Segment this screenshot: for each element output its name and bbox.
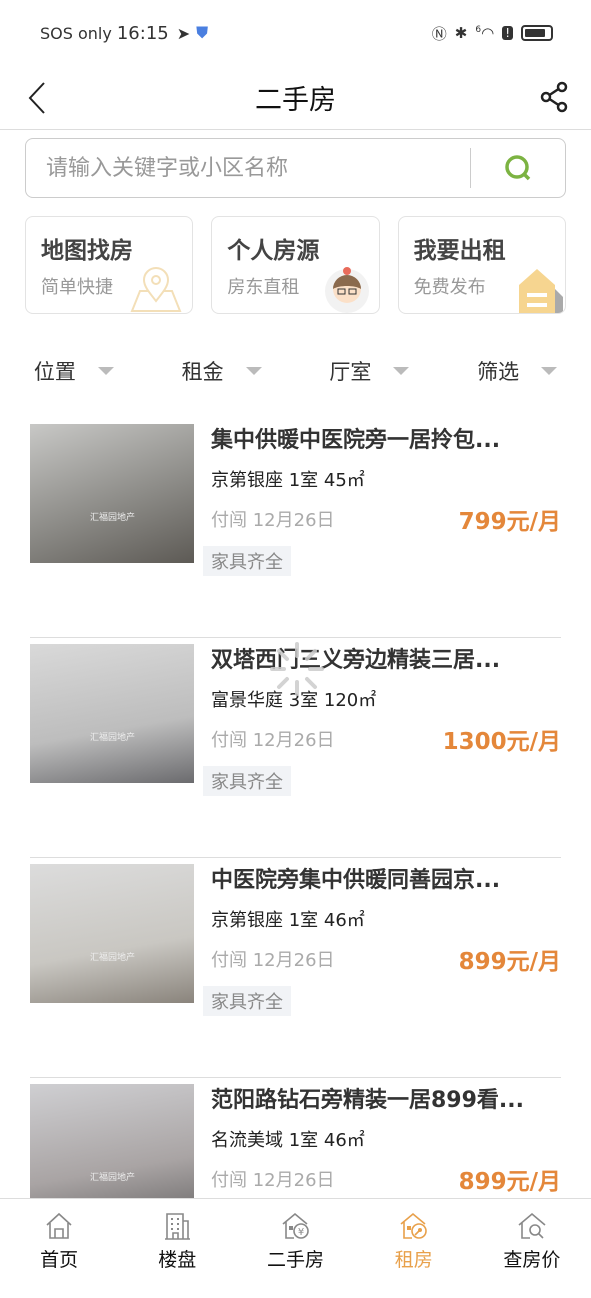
filter-label: 租金 <box>181 360 224 384</box>
tab-price-check[interactable]: 查房价 <box>473 1199 591 1280</box>
listing-meta: 京第银座 1室 46㎡ <box>211 910 365 931</box>
tab-label: 租房 <box>394 1249 433 1271</box>
dropdown-icon <box>393 367 410 375</box>
status-bar: SOS only 16:15 ➤ ⛊ Ⓝ ✱ 6◠ ! <box>0 0 591 66</box>
search-button[interactable] <box>471 154 565 182</box>
house-icon <box>518 269 563 313</box>
back-icon[interactable] <box>26 80 50 116</box>
card-rent-out[interactable]: 我要出租 免费发布 <box>397 216 566 314</box>
alert-icon: ! <box>502 26 513 40</box>
listing-date: 付闯 12月26日 <box>211 510 335 531</box>
listing-photo: 汇福园地产 <box>30 864 194 1003</box>
listing-tag: 家具齐全 <box>203 766 291 796</box>
listing-title: 中医院旁集中供暖同善园京... <box>211 868 501 893</box>
home-icon <box>46 1212 72 1239</box>
filter-label: 厅室 <box>329 360 372 384</box>
listing-list: 汇福园地产 集中供暖中医院旁一居拎包... 京第银座 1室 45㎡ 付闯 12月… <box>0 418 591 1298</box>
map-pin-icon <box>130 267 182 312</box>
svg-text:¥: ¥ <box>297 1227 303 1238</box>
bluetooth-icon: ✱ <box>454 24 468 42</box>
search-input[interactable] <box>26 155 470 181</box>
house-yuan-icon: ¥ <box>281 1212 309 1239</box>
tab-rent[interactable]: 租房 <box>355 1199 473 1280</box>
filter-rooms[interactable]: 厅室 <box>296 356 444 386</box>
listing-date: 付闯 12月26日 <box>211 1170 335 1191</box>
listing-price: 899元/月 <box>458 1169 561 1195</box>
listing-price: 899元/月 <box>458 949 561 975</box>
tab-label: 二手房 <box>267 1249 325 1271</box>
clock: 16:15 <box>116 22 169 44</box>
card-title: 地图找房 <box>41 238 133 264</box>
listing-price: 1300元/月 <box>442 729 561 755</box>
card-title: 我要出租 <box>413 238 506 264</box>
listing-meta: 富景华庭 3室 120㎡ <box>211 690 377 711</box>
battery-icon <box>521 25 553 41</box>
tab-label: 查房价 <box>503 1249 561 1271</box>
watermark: 汇福园地产 <box>90 513 136 523</box>
watermark: 汇福园地产 <box>90 1173 136 1183</box>
tab-label: 首页 <box>40 1249 79 1271</box>
filter-label: 筛选 <box>477 360 520 384</box>
card-personal-listings[interactable]: 个人房源 房东直租 <box>211 216 380 314</box>
filter-more[interactable]: 筛选 <box>443 356 591 386</box>
listing-item[interactable]: 汇福园地产 集中供暖中医院旁一居拎包... 京第银座 1室 45㎡ 付闯 12月… <box>30 418 561 638</box>
telegram-icon: ➤ <box>176 23 191 43</box>
filter-bar: 位置 租金 厅室 筛选 <box>0 344 591 398</box>
share-icon[interactable] <box>539 80 569 114</box>
tab-home[interactable]: 首页 <box>0 1199 118 1280</box>
search-icon <box>505 155 531 181</box>
building-icon <box>165 1213 191 1240</box>
listing-date: 付闯 12月26日 <box>211 730 335 751</box>
filter-label: 位置 <box>33 360 76 384</box>
nfc-icon: Ⓝ <box>431 24 447 43</box>
filter-rent[interactable]: 租金 <box>148 356 296 386</box>
dropdown-icon <box>245 367 262 375</box>
listing-meta: 京第银座 1室 45㎡ <box>211 470 365 491</box>
listing-tag: 家具齐全 <box>203 986 291 1016</box>
listing-title: 范阳路钻石旁精装一居899看... <box>211 1088 524 1113</box>
loading-spinner-icon <box>270 642 324 696</box>
listing-meta: 名流美域 1室 46㎡ <box>211 1130 365 1151</box>
watermark: 汇福园地产 <box>90 953 136 963</box>
shield-icon: ⛊ <box>196 23 209 42</box>
tab-buildings[interactable]: 楼盘 <box>118 1199 236 1280</box>
listing-date: 付闯 12月26日 <box>211 950 335 971</box>
listing-title: 双塔西门三义旁边精装三居... <box>211 648 501 673</box>
wifi-icon: 6◠ <box>475 24 495 42</box>
house-key-icon <box>400 1212 427 1239</box>
listing-title: 集中供暖中医院旁一居拎包... <box>211 428 501 453</box>
watermark: 汇福园地产 <box>90 733 136 743</box>
dropdown-icon <box>97 367 114 375</box>
listing-photo: 汇福园地产 <box>30 424 194 563</box>
carrier-text: SOS only <box>40 23 112 43</box>
avatar-icon <box>324 267 369 313</box>
listing-photo: 汇福园地产 <box>30 644 194 783</box>
house-search-icon <box>518 1212 546 1239</box>
filter-location[interactable]: 位置 <box>0 356 148 386</box>
search-bar <box>25 138 566 198</box>
header: 二手房 <box>0 66 591 130</box>
tab-second-hand[interactable]: ¥ 二手房 <box>236 1199 354 1280</box>
listing-tag: 家具齐全 <box>203 546 291 576</box>
dropdown-icon <box>541 367 558 375</box>
bottom-tab-bar: 首页 楼盘 ¥ 二手房 租房 查房价 <box>0 1198 591 1280</box>
tab-label: 楼盘 <box>158 1249 197 1271</box>
card-map-search[interactable]: 地图找房 简单快捷 <box>25 216 194 314</box>
listing-item[interactable]: 汇福园地产 中医院旁集中供暖同善园京... 京第银座 1室 46㎡ 付闯 12月… <box>30 858 561 1078</box>
card-title: 个人房源 <box>227 238 320 264</box>
page-title: 二手房 <box>255 85 336 116</box>
listing-price: 799元/月 <box>458 509 561 535</box>
